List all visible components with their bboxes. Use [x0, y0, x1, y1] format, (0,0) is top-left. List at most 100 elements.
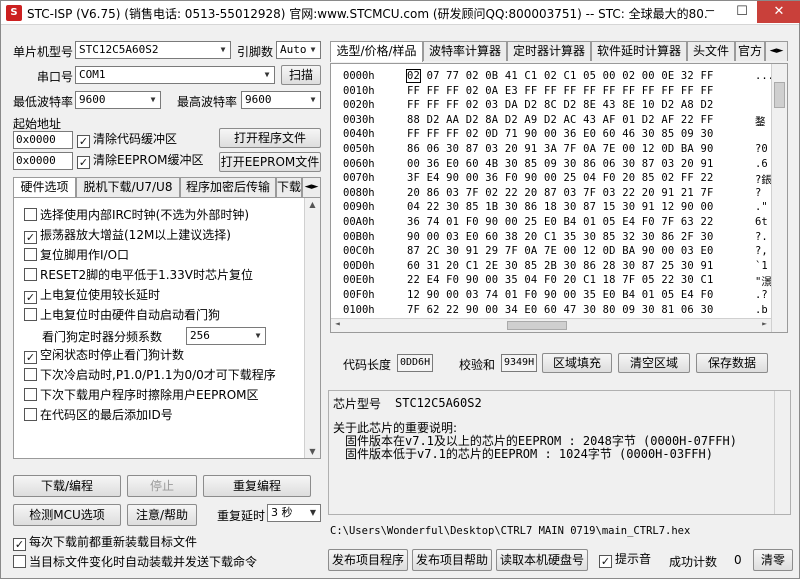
- option-label: RESET2脚的电平低于1.33V时芯片复位: [40, 268, 254, 282]
- check-mcu-button[interactable]: 检测MCU选项: [13, 504, 121, 526]
- option-erase-eeprom[interactable]: 下次下载用户程序时擦除用户EEPROM区: [24, 388, 259, 404]
- hex-vscrollbar[interactable]: [771, 64, 787, 332]
- hex-bytes[interactable]: 12 90 00 03 74 01 F0 90 00 35 E0 B4 01 0…: [407, 289, 714, 301]
- hex-ascii: ?鋹: [755, 174, 772, 187]
- file-path: C:\Users\Wonderful\Desktop\CTRL7 MAIN 07…: [330, 525, 691, 537]
- option-label: 复位脚用作I/O口: [40, 248, 130, 262]
- hex-bytes[interactable]: 7F 62 22 90 00 34 E0 60 47 30 80 09 30 8…: [407, 304, 714, 316]
- auto-reload-checkbox[interactable]: 当目标文件变化时自动装载并发送下载命令: [13, 555, 257, 571]
- option-add-id[interactable]: 在代码区的最后添加ID号: [24, 408, 173, 424]
- hex-bytes[interactable]: 00 36 E0 60 4B 30 85 09 30 86 06 30 87 0…: [407, 158, 714, 170]
- hex-bytes[interactable]: 36 74 01 F0 90 00 25 E0 B4 01 05 E4 F0 7…: [407, 216, 714, 228]
- checkbox-icon: [24, 408, 37, 421]
- tab-scroll-arrows[interactable]: ◄►: [302, 177, 321, 197]
- hex-bytes[interactable]: 20 86 03 7F 02 22 20 87 03 7F 03 22 20 9…: [407, 187, 714, 199]
- options-scrollbar[interactable]: ▲ ▼: [304, 198, 320, 458]
- pins-select[interactable]: Auto ▼: [276, 41, 321, 59]
- open-program-button[interactable]: 打开程序文件: [219, 128, 321, 148]
- hex-bytes[interactable]: FF FF FF 02 0A E3 FF FF FF FF FF FF FF F…: [407, 85, 714, 97]
- option-label: 在代码区的最后添加ID号: [40, 408, 173, 422]
- left-tab-bar: 硬件选项 脱机下载/U7/U8 程序加密后传输 下载 ◄►: [13, 177, 321, 198]
- chevron-down-icon: ▼: [216, 42, 230, 58]
- tab-delay-calculator[interactable]: 软件延时计算器: [591, 41, 687, 61]
- clear-code-checkbox[interactable]: ✓ 清除代码缓冲区: [77, 132, 177, 148]
- clear-eeprom-checkbox[interactable]: ✓ 清除EEPROM缓冲区: [77, 153, 204, 169]
- hex-editor[interactable]: 0000h 02 07 77 02 0B 41 C1 02 C1 05 00 02…: [330, 63, 788, 333]
- redownload-button[interactable]: 重复编程: [203, 475, 311, 497]
- hex-bytes[interactable]: FF FF FF 02 03 DA D2 8C D2 8E 43 8E 10 D…: [407, 99, 714, 111]
- tab-official[interactable]: 官方: [735, 41, 765, 61]
- option-idle-stop-watchdog[interactable]: ✓ 空闲状态时停止看门狗计数: [24, 348, 184, 364]
- scroll-left-icon[interactable]: ◄: [335, 319, 340, 328]
- tab-selection-price[interactable]: 选型/价格/样品: [330, 41, 423, 62]
- eeprom-addr-input[interactable]: 0x0000: [13, 152, 73, 170]
- mcu-type-select[interactable]: STC12C5A60S2 ▼: [75, 41, 231, 59]
- maximize-button[interactable]: ☐: [727, 1, 757, 23]
- clear-area-button[interactable]: 清空区域: [618, 353, 690, 373]
- tab-timer-calculator[interactable]: 定时器计算器: [507, 41, 591, 61]
- hex-ascii: 鍪: [755, 115, 766, 128]
- tab-header-file[interactable]: 头文件: [687, 41, 735, 61]
- open-eeprom-button[interactable]: 打开EEPROM文件: [219, 152, 321, 172]
- scroll-thumb[interactable]: [774, 82, 785, 108]
- scroll-right-icon[interactable]: ►: [762, 319, 767, 328]
- tab-hardware-options[interactable]: 硬件选项: [13, 177, 76, 198]
- beep-checkbox[interactable]: ✓ 提示音: [599, 552, 651, 568]
- title-bar: S STC-ISP (V6.75) (销售电话: 0513-55012928) …: [1, 1, 800, 25]
- hex-bytes[interactable]: 86 06 30 87 03 20 91 3A 7F 0A 7E 00 12 0…: [407, 143, 714, 155]
- hex-address: 00F0h: [343, 289, 375, 301]
- reload-each-checkbox[interactable]: ✓ 每次下载前都重新装载目标文件: [13, 535, 197, 551]
- tab-baud-calculator[interactable]: 波特率计算器: [423, 41, 507, 61]
- chip-value: STC12C5A60S2: [395, 396, 482, 410]
- code-length-value: 0DD6H: [397, 354, 433, 372]
- hex-bytes[interactable]: 22 E4 F0 90 00 35 04 F0 20 C1 18 7F 05 2…: [407, 274, 714, 286]
- hex-address: 00B0h: [343, 230, 375, 243]
- hscroll-thumb[interactable]: [507, 321, 567, 330]
- hex-bytes[interactable]: 90 00 03 E0 60 38 20 C1 35 30 85 32 30 8…: [407, 231, 714, 243]
- option-p10-p11[interactable]: 下次冷启动时,P1.0/P1.1为0/0才可下载程序: [24, 368, 276, 384]
- scan-button[interactable]: 扫描: [281, 65, 321, 85]
- tab-encrypted-transfer[interactable]: 程序加密后传输: [180, 177, 276, 197]
- info-scrollbar[interactable]: [774, 391, 790, 514]
- scroll-up-icon[interactable]: ▲: [305, 200, 320, 209]
- tab-scroll-arrows[interactable]: ◄►: [765, 41, 788, 61]
- option-reset2-level[interactable]: RESET2脚的电平低于1.33V时芯片复位: [24, 268, 253, 284]
- watchdog-select[interactable]: 256 ▼: [186, 327, 266, 345]
- publish-help-button[interactable]: 发布项目帮助: [412, 549, 492, 571]
- save-data-button[interactable]: 保存数据: [696, 353, 768, 373]
- option-long-reset-delay[interactable]: ✓ 上电复位使用较长延时: [24, 288, 160, 304]
- option-reset-io[interactable]: 复位脚用作I/O口: [24, 248, 129, 264]
- download-button[interactable]: 下载/编程: [13, 475, 121, 497]
- publish-program-button[interactable]: 发布项目程序: [328, 549, 408, 571]
- hex-bytes[interactable]: 87 2C 30 91 29 7F 0A 7E 00 12 0D BA 90 0…: [407, 245, 714, 257]
- tab-offline-download[interactable]: 脱机下载/U7/U8: [76, 177, 180, 197]
- reset-count-button[interactable]: 清零: [753, 549, 793, 571]
- tab-download-more[interactable]: 下载: [276, 177, 302, 197]
- scroll-down-icon[interactable]: ▼: [305, 447, 320, 456]
- option-internal-irc[interactable]: 选择使用内部IRC时钟(不选为外部时钟): [24, 208, 249, 224]
- hex-hscrollbar[interactable]: ◄ ►: [331, 318, 771, 332]
- port-select[interactable]: COM1 ▼: [75, 66, 275, 84]
- read-disk-button[interactable]: 读取本机硬盘号: [496, 549, 588, 571]
- max-baud-select[interactable]: 9600 ▼: [241, 91, 321, 109]
- repeat-delay-select[interactable]: 3 秒 ▼: [267, 504, 321, 522]
- option-osc-gain[interactable]: ✓ 振荡器放大增益(12M以上建议选择): [24, 228, 231, 244]
- hex-address: 0100h: [343, 303, 375, 316]
- code-addr-input[interactable]: 0x0000: [13, 131, 73, 149]
- minimize-button[interactable]: ─: [695, 1, 725, 23]
- min-baud-select[interactable]: 9600 ▼: [75, 91, 161, 109]
- hex-bytes[interactable]: 02 07 77 02 0B 41 C1 02 C1 05 00 02 00 0…: [405, 69, 714, 83]
- hex-bytes[interactable]: 04 22 30 85 1B 30 86 18 30 87 15 30 91 1…: [407, 201, 714, 213]
- close-button[interactable]: ✕: [757, 1, 800, 23]
- stop-button[interactable]: 停止: [127, 475, 197, 497]
- chip-info-box: 芯片型号 STC12C5A60S2 关于此芯片的重要说明: 固件版本在v7.1及…: [328, 390, 791, 515]
- hex-bytes[interactable]: FF FF FF 02 0D 71 90 00 36 E0 60 46 30 8…: [407, 128, 714, 140]
- port-value: COM1: [79, 68, 106, 81]
- hex-bytes[interactable]: 3F E4 90 00 36 F0 90 00 25 04 F0 20 85 0…: [407, 172, 714, 184]
- option-hw-watchdog[interactable]: 上电复位时由硬件自动启动看门狗: [24, 308, 220, 324]
- help-button[interactable]: 注意/帮助: [127, 504, 197, 526]
- hex-cursor[interactable]: 02: [405, 69, 422, 83]
- hex-bytes[interactable]: 60 31 20 C1 2E 30 85 2B 30 86 28 30 87 2…: [407, 260, 714, 272]
- fill-area-button[interactable]: 区域填充: [542, 353, 612, 373]
- hex-bytes[interactable]: 88 D2 AA D2 8A D2 A9 D2 AC 43 AF 01 D2 A…: [407, 114, 714, 126]
